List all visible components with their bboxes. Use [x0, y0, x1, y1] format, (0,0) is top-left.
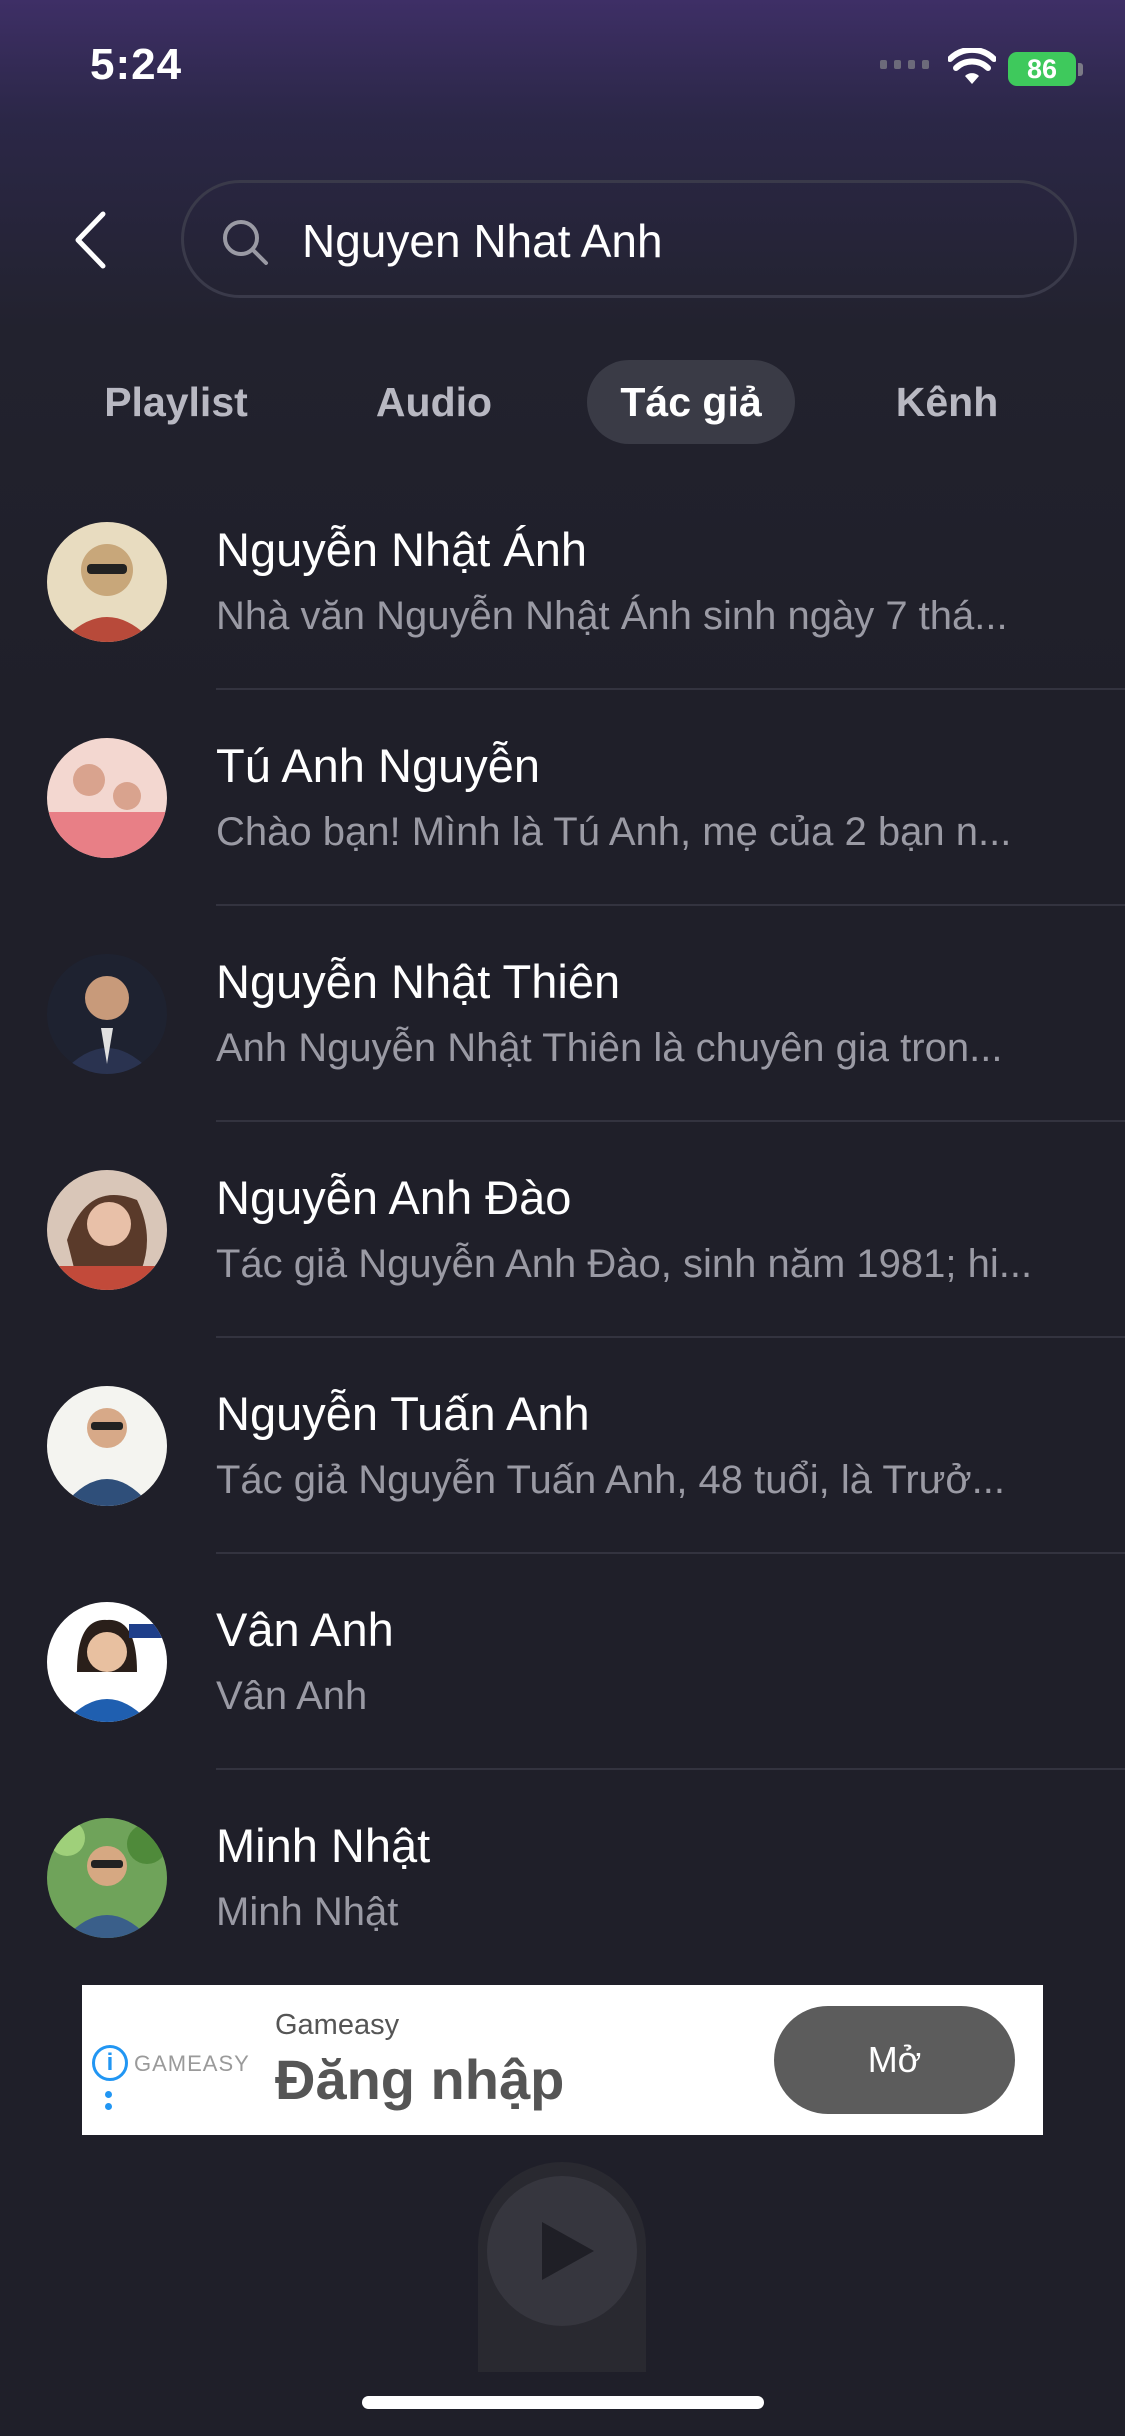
search-tabs: Playlist Audio Tác giả Kênh: [0, 360, 1125, 446]
status-time: 5:24: [90, 40, 183, 89]
author-name: Minh Nhật: [216, 1819, 431, 1872]
tab-authors[interactable]: Tác giả: [587, 360, 795, 444]
list-item[interactable]: Vân Anh Vân Anh: [0, 1580, 1125, 1796]
tab-channels[interactable]: Kênh: [872, 360, 1022, 444]
divider: [216, 688, 1125, 690]
divider: [216, 1552, 1125, 1554]
author-name: Nguyễn Nhật Ánh: [216, 523, 588, 576]
author-description: Nhà văn Nguyễn Nhật Ánh sinh ngày 7 thá.…: [216, 594, 1008, 638]
status-bar: 5:24 86: [0, 0, 1125, 140]
divider: [216, 1336, 1125, 1338]
divider: [216, 1120, 1125, 1122]
avatar: [47, 1818, 167, 1938]
tab-audio[interactable]: Audio: [350, 360, 518, 444]
author-description: Tác giả Nguyễn Tuấn Anh, 48 tuổi, là Trư…: [216, 1458, 1006, 1502]
author-name: Nguyễn Tuấn Anh: [216, 1387, 590, 1440]
search-box[interactable]: [181, 180, 1077, 298]
ad-advertiser: Gameasy: [275, 2009, 400, 2041]
play-icon: [542, 2222, 594, 2280]
list-item[interactable]: Nguyễn Nhật Ánh Nhà văn Nguyễn Nhật Ánh …: [0, 500, 1125, 716]
author-description: Minh Nhật: [216, 1890, 399, 1934]
author-description: Tác giả Nguyễn Anh Đào, sinh năm 1981; h…: [216, 1242, 1033, 1286]
chevron-left-icon: [75, 211, 106, 269]
author-name: Nguyễn Anh Đào: [216, 1171, 572, 1224]
avatar: [47, 1386, 167, 1506]
author-name: Tú Anh Nguyễn: [216, 739, 540, 792]
tab-playlist[interactable]: Playlist: [85, 360, 267, 444]
search-icon: [223, 220, 268, 265]
ad-banner[interactable]: i GAMEASY Gameasy Đăng nhập Mở: [82, 1985, 1043, 2135]
info-icon[interactable]: i: [92, 2045, 128, 2081]
divider: [216, 904, 1125, 906]
avatar: [47, 1602, 167, 1722]
author-description: Anh Nguyễn Nhật Thiên là chuyên gia tron…: [216, 1026, 1003, 1070]
author-description: Chào bạn! Mình là Tú Anh, mẹ của 2 bạn n…: [216, 810, 1012, 854]
divider: [216, 1768, 1125, 1770]
home-indicator: [362, 2396, 764, 2409]
battery-icon: 86: [1008, 52, 1076, 86]
avatar: [47, 738, 167, 858]
more-options-icon[interactable]: [105, 2091, 112, 2115]
ad-headline: Đăng nhập: [275, 2048, 565, 2111]
avatar: [47, 522, 167, 642]
wifi-icon: [948, 48, 996, 84]
back-button[interactable]: [60, 205, 120, 275]
avatar: [47, 1170, 167, 1290]
list-item[interactable]: Nguyễn Anh Đào Tác giả Nguyễn Anh Đào, s…: [0, 1148, 1125, 1364]
list-item[interactable]: Nguyễn Nhật Thiên Anh Nguyễn Nhật Thiên …: [0, 932, 1125, 1148]
author-name: Vân Anh: [216, 1603, 394, 1656]
author-name: Nguyễn Nhật Thiên: [216, 955, 621, 1008]
author-description: Vân Anh: [216, 1674, 368, 1718]
ad-logo: GAMEASY: [134, 2051, 250, 2076]
avatar: [47, 954, 167, 1074]
list-item[interactable]: Tú Anh Nguyễn Chào bạn! Mình là Tú Anh, …: [0, 716, 1125, 932]
ad-open-button[interactable]: Mở: [774, 2006, 1015, 2114]
list-item[interactable]: Nguyễn Tuấn Anh Tác giả Nguyễn Tuấn Anh,…: [0, 1364, 1125, 1580]
search-input[interactable]: [302, 211, 1042, 271]
battery-nub: [1078, 63, 1083, 76]
list-item[interactable]: Minh Nhật Minh Nhật: [0, 1796, 1125, 2012]
signal-icon: [880, 60, 929, 69]
